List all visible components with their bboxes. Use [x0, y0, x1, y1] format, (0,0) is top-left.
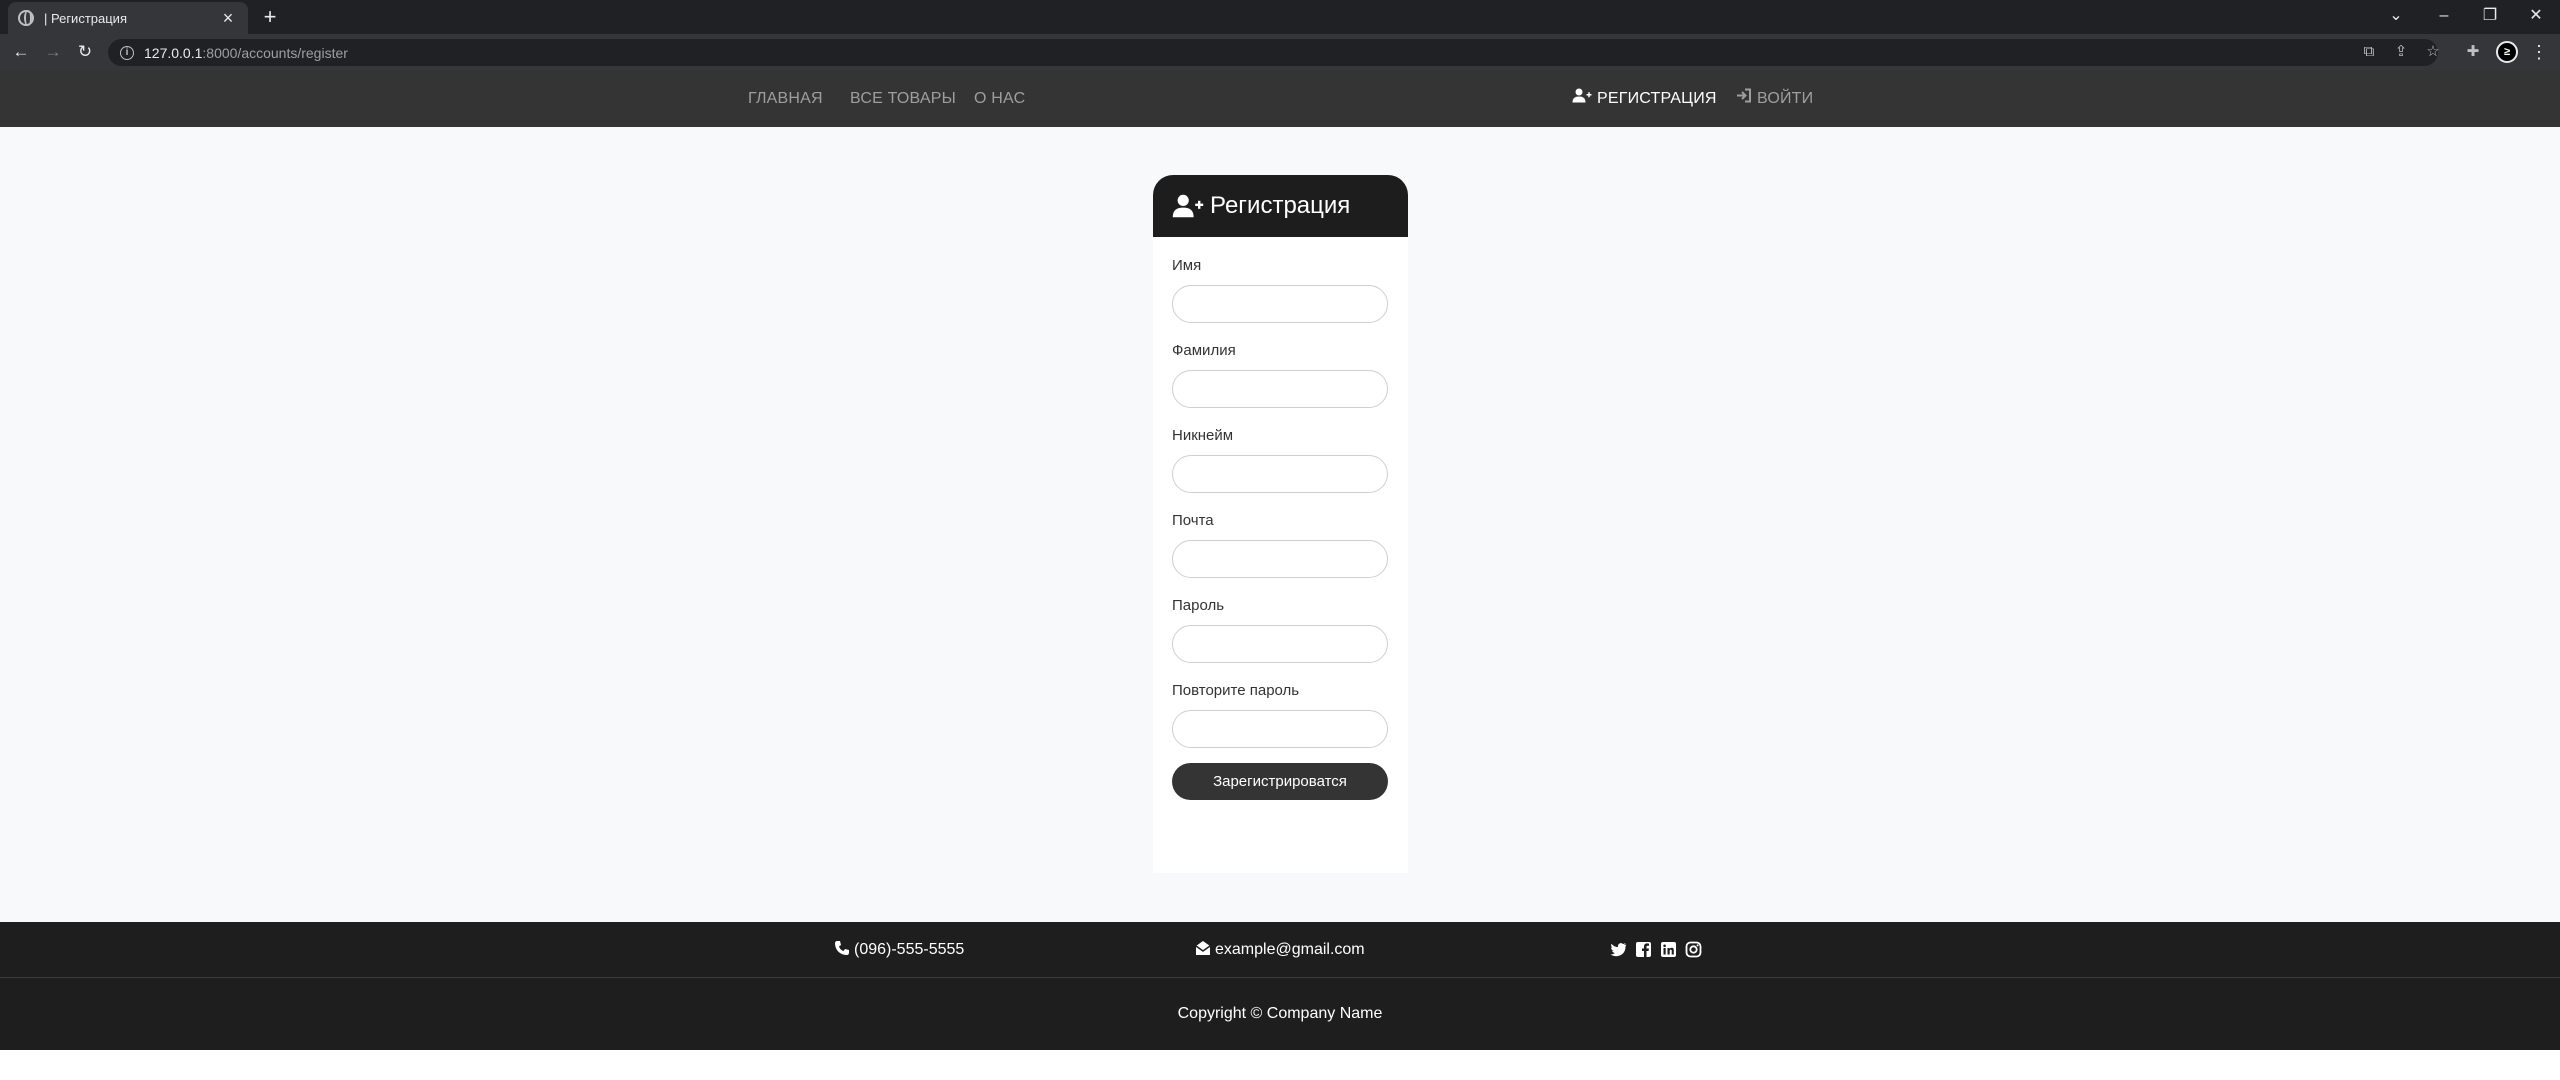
email-text: example@gmail.com [1215, 941, 1365, 958]
card-title: Регистрация [1210, 192, 1351, 219]
envelope-open-icon [1195, 941, 1211, 955]
field-nickname: Никнейм [1172, 427, 1389, 493]
nickname-label: Никнейм [1172, 427, 1234, 444]
email-label: Почта [1172, 512, 1214, 529]
field-password: Пароль [1172, 597, 1389, 663]
first-name-label: Имя [1172, 257, 1202, 274]
bookmark-star-icon[interactable]: ☆ [2422, 41, 2444, 63]
extensions-icon[interactable]: ✚ [2462, 41, 2484, 63]
nav-link-register[interactable]: РЕГИСТРАЦИЯ [1572, 70, 1717, 127]
minimize-icon[interactable]: – [2421, 0, 2467, 34]
browser-tabstrip: | Регистрация × + ⌄ – ❐ ✕ [0, 0, 2560, 34]
register-card: Регистрация Имя Фамилия Никнейм Почта Па… [1153, 175, 1408, 873]
tab-close-icon[interactable]: × [218, 8, 238, 28]
url-path: :8000/accounts/register [202, 44, 348, 61]
email-input[interactable] [1172, 540, 1388, 578]
footer-bottom: Copyright © Company Name [0, 978, 2560, 1050]
first-name-input[interactable] [1172, 285, 1388, 323]
password-repeat-input[interactable] [1172, 710, 1388, 748]
globe-icon [18, 10, 34, 26]
password-repeat-label: Повторите пароль [1172, 682, 1300, 699]
profile-avatar[interactable]: ≥ [2496, 41, 2518, 63]
facebook-icon[interactable] [1635, 941, 1652, 958]
nav-link-about[interactable]: О НАС [974, 70, 1025, 127]
browser-menu-icon[interactable]: ⋮ [2530, 41, 2548, 63]
last-name-label: Фамилия [1172, 342, 1236, 359]
browser-toolbar: ← → ↻ i 127.0.0.1:8000/accounts/register… [0, 34, 2560, 70]
linkedin-icon[interactable] [1660, 941, 1677, 958]
reload-icon[interactable]: ↻ [74, 41, 96, 63]
address-bar[interactable]: i 127.0.0.1:8000/accounts/register [108, 39, 2438, 66]
last-name-input[interactable] [1172, 370, 1388, 408]
footer-email[interactable]: example@gmail.com [1195, 922, 1365, 978]
close-window-icon[interactable]: ✕ [2513, 0, 2559, 34]
back-icon[interactable]: ← [10, 41, 32, 63]
browser-tab[interactable]: | Регистрация × [8, 2, 248, 34]
translate-icon[interactable]: ⧉ [2358, 41, 2380, 63]
nav-register-label: РЕГИСТРАЦИЯ [1597, 90, 1717, 107]
footer-contacts: (096)-555-5555 example@gmail.com [0, 922, 2560, 978]
new-tab-button[interactable]: + [258, 6, 282, 30]
share-icon[interactable]: ⇪ [2390, 41, 2412, 63]
register-submit-button[interactable]: Зарегистрироватся [1172, 763, 1388, 800]
footer-phone[interactable]: (096)-555-5555 [834, 922, 964, 978]
social-links [1610, 941, 1702, 958]
copyright-text: Copyright © Company Name [1177, 1005, 1383, 1022]
twitter-icon[interactable] [1610, 941, 1627, 958]
sign-in-icon [1737, 88, 1751, 103]
nav-login-label: ВОЙТИ [1757, 90, 1814, 107]
nav-link-all-products[interactable]: ВСЕ ТОВАРЫ [850, 70, 956, 127]
forward-icon[interactable]: → [42, 41, 64, 63]
nickname-input[interactable] [1172, 455, 1388, 493]
password-input[interactable] [1172, 625, 1388, 663]
site-navbar: ГЛАВНАЯ ВСЕ ТОВАРЫ О НАС РЕГИСТРАЦИЯ ВОЙ… [0, 70, 2560, 127]
nav-link-home[interactable]: ГЛАВНАЯ [748, 70, 823, 127]
register-form: Имя Фамилия Никнейм Почта Пароль Повтори… [1153, 237, 1408, 800]
tab-title: | Регистрация [44, 10, 127, 26]
field-first-name: Имя [1172, 257, 1389, 323]
phone-icon [835, 941, 849, 955]
user-plus-icon [1172, 194, 1204, 218]
user-plus-icon [1572, 88, 1592, 103]
instagram-icon[interactable] [1685, 941, 1702, 958]
password-label: Пароль [1172, 597, 1225, 614]
field-password-repeat: Повторите пароль [1172, 682, 1389, 748]
restore-icon[interactable]: ❐ [2467, 0, 2513, 34]
tab-search-icon[interactable]: ⌄ [2373, 0, 2419, 34]
site-info-icon[interactable]: i [120, 45, 134, 60]
nav-link-login[interactable]: ВОЙТИ [1736, 70, 1813, 127]
field-last-name: Фамилия [1172, 342, 1389, 408]
page-bottom-strip [0, 1050, 2560, 1080]
field-email: Почта [1172, 512, 1389, 578]
url-host: 127.0.0.1 [144, 44, 203, 61]
phone-text: (096)-555-5555 [854, 941, 965, 958]
card-header: Регистрация [1153, 175, 1408, 237]
main-content: Регистрация Имя Фамилия Никнейм Почта Па… [0, 127, 2560, 922]
